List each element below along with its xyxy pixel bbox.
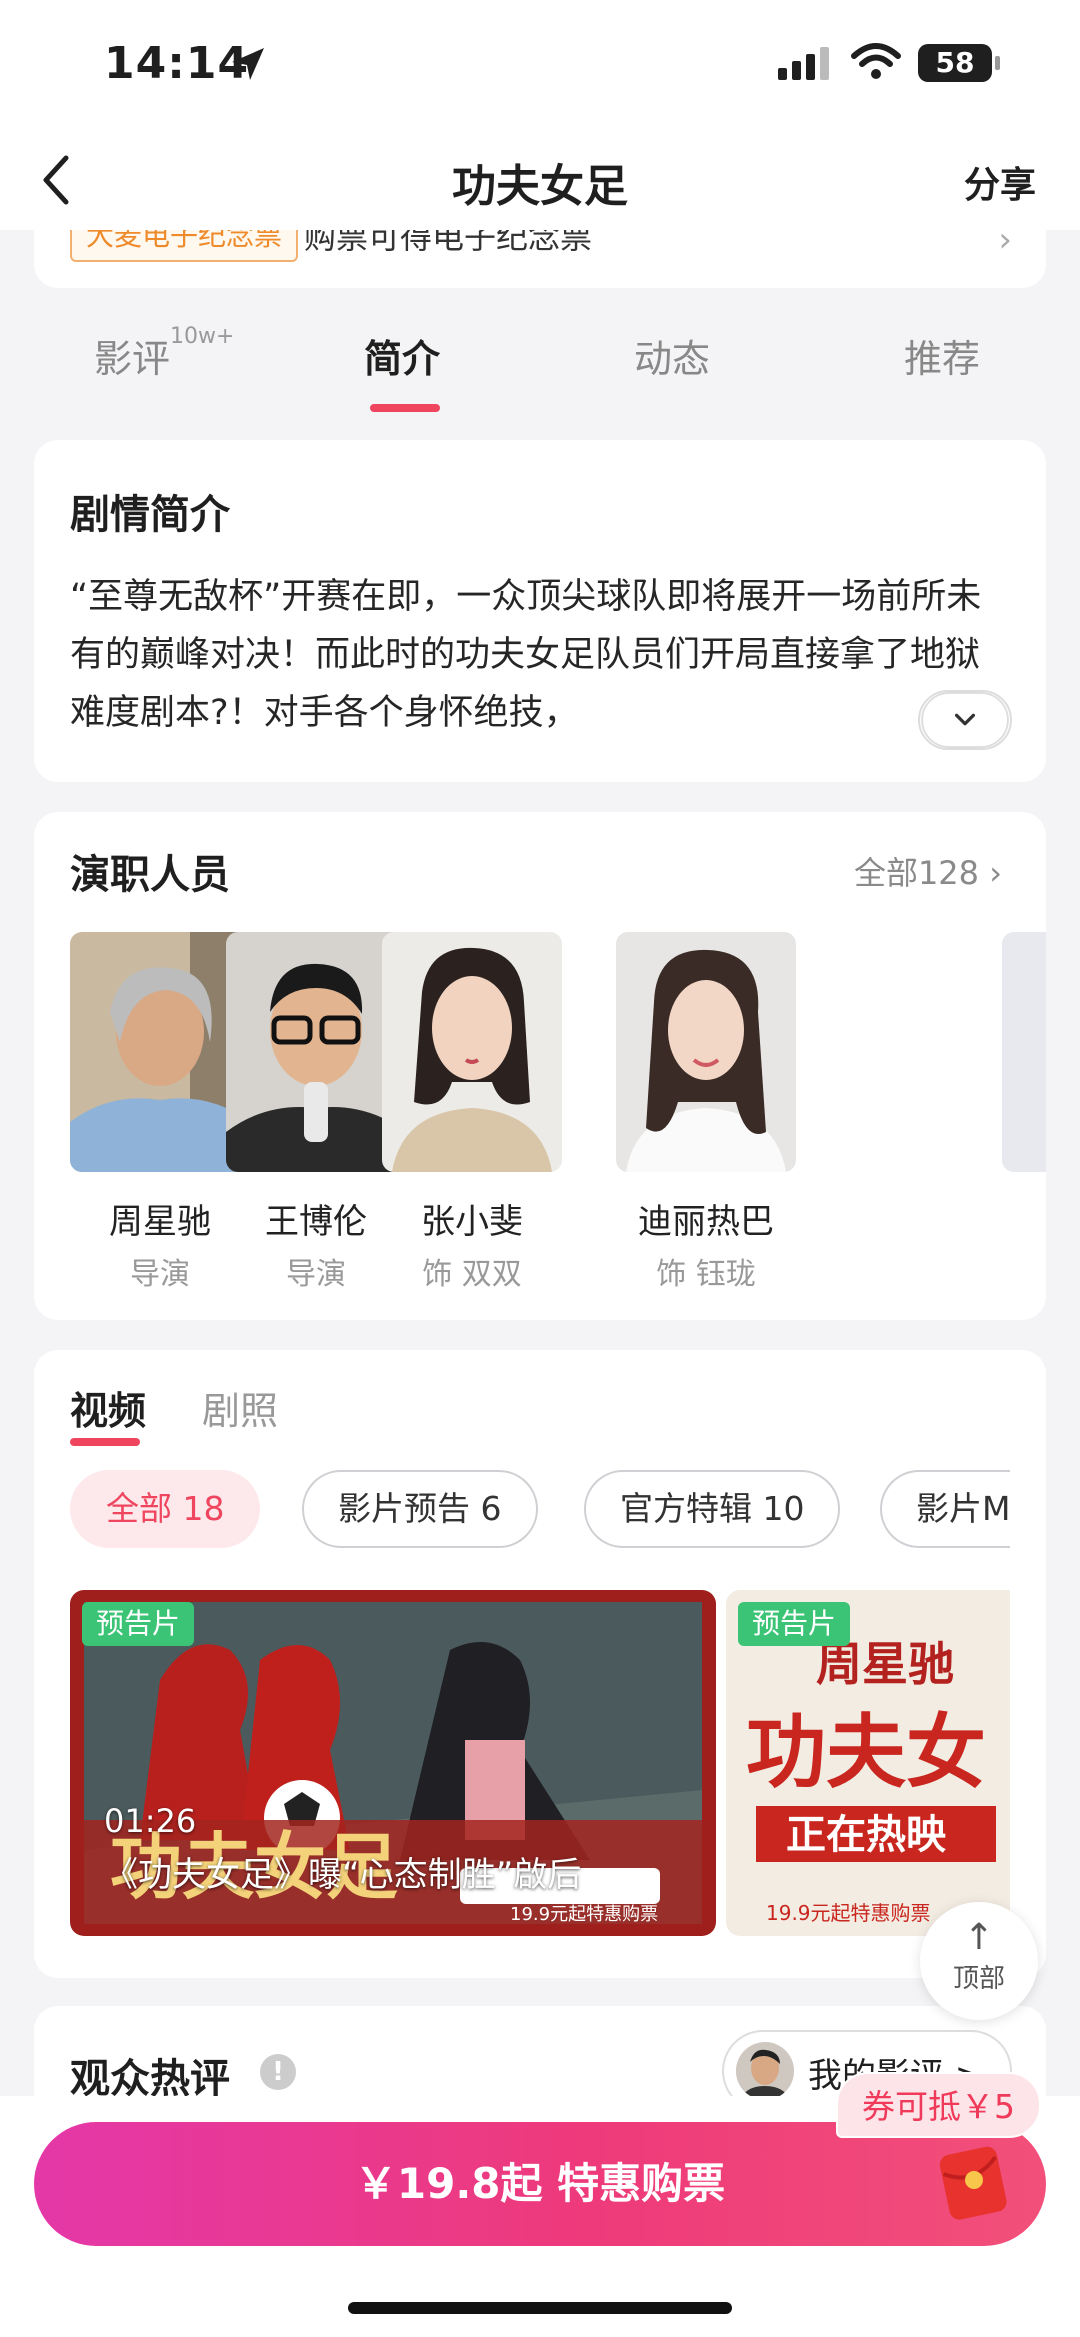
- back-to-top-label: 顶部: [952, 1964, 1005, 1994]
- chevron-right-icon: ›: [998, 230, 1012, 260]
- cast-role: 导演: [286, 1257, 346, 1292]
- info-icon[interactable]: !: [260, 2054, 296, 2090]
- cast-member[interactable]: 张小斐 饰 双双: [382, 932, 562, 1293]
- filter-chip-mv[interactable]: 影片MV: [880, 1470, 1010, 1548]
- location-arrow-icon: [232, 48, 264, 80]
- buy-ticket-button[interactable]: ￥19.8起 特惠购票: [34, 2122, 1046, 2246]
- tab-recommend[interactable]: 推荐: [904, 328, 980, 383]
- cast-photo: [616, 932, 796, 1172]
- cast-role: 饰 双双: [422, 1257, 522, 1292]
- back-to-top-button[interactable]: ↑ 顶部: [920, 1902, 1038, 2020]
- video-badge: 预告片: [82, 1602, 195, 1646]
- synopsis-title: 剧情简介: [70, 492, 230, 538]
- tab-reviews-badge: 10w+: [170, 324, 235, 349]
- tab-updates[interactable]: 动态: [634, 328, 710, 383]
- cast-photo: [382, 932, 562, 1172]
- svg-text:正在热映: 正在热映: [786, 1812, 946, 1858]
- video-title: 《功夫女足》曝“心态制胜”啟后: [104, 1855, 582, 1895]
- filter-chip-all[interactable]: 全部 18: [70, 1470, 261, 1548]
- video-thumbnail[interactable]: 功夫女足 19.9元起特惠购票 预告片 01:26 《功夫女足》曝“心态制胜”啟…: [70, 1590, 716, 1936]
- souvenir-ticket-banner[interactable]: 大麦电子纪念票 购票可得电子纪念票 ›: [34, 230, 1046, 288]
- cast-photo: [226, 932, 406, 1172]
- tab-reviews[interactable]: 影评10w+: [94, 324, 234, 383]
- share-button[interactable]: 分享: [964, 156, 1036, 208]
- avatar: [736, 2042, 794, 2100]
- svg-text:功夫女: 功夫女: [746, 1706, 986, 1799]
- cellular-signal-icon: [778, 47, 829, 80]
- tab-intro[interactable]: 简介: [364, 328, 440, 383]
- cast-member[interactable]: 迪丽热巴 饰 钰珑: [616, 932, 796, 1293]
- synopsis-card: 剧情简介 “至尊无敌杯”开赛在即，一众顶尖球队即将展开一场前所未有的巅峰对决！而…: [34, 440, 1046, 782]
- coupon-badge: 券可抵￥5: [836, 2072, 1041, 2138]
- detail-tabs: 影评10w+ 简介 动态 推荐: [0, 320, 1080, 420]
- cast-title: 演职人员: [70, 852, 230, 898]
- cast-role: 导演: [130, 1257, 190, 1292]
- active-tab-indicator: [370, 404, 440, 412]
- media-tab-indicator: [70, 1438, 140, 1446]
- cast-member[interactable]: 周星驰 导演: [70, 932, 250, 1293]
- cast-photo-partial: [1002, 932, 1046, 1172]
- cast-name: 迪丽热巴: [638, 1202, 774, 1242]
- video-badge: 预告片: [738, 1602, 851, 1646]
- video-thumbnail[interactable]: 周星驰 功夫女 正在热映 19.9元起特惠购票 预告片: [726, 1590, 1010, 1936]
- expand-chevron-icon[interactable]: [918, 690, 1012, 750]
- video-duration: 01:26: [104, 1802, 197, 1840]
- cast-view-all-link[interactable]: 全部128 ›: [854, 848, 1002, 894]
- cast-member[interactable]: 王博伦 导演: [226, 932, 406, 1293]
- wifi-icon: [851, 43, 901, 79]
- filter-chip-featurette[interactable]: 官方特辑 10: [584, 1470, 841, 1548]
- cast-role: 饰 钰珑: [656, 1257, 756, 1292]
- svg-text:19.9元起特惠购票: 19.9元起特惠购票: [510, 1904, 658, 1925]
- status-bar: 14:14 58: [0, 0, 1080, 130]
- red-envelope-icon: [939, 2146, 1007, 2220]
- cast-photo: [70, 932, 250, 1172]
- media-card: 视频 剧照 全部 18 影片预告 6 官方特辑 10 影片MV 功夫女足 19.…: [34, 1350, 1046, 1978]
- synopsis-text: “至尊无敌杯”开赛在即，一众顶尖球队即将展开一场前所未有的巅峰对决！而此时的功夫…: [70, 577, 982, 733]
- home-indicator: [348, 2302, 732, 2314]
- souvenir-ticket-tag: 大麦电子纪念票: [70, 230, 299, 262]
- battery-indicator: 58: [918, 44, 1000, 82]
- filter-chip-trailer[interactable]: 影片预告 6: [302, 1470, 538, 1548]
- souvenir-ticket-text: 购票可得电子纪念票: [304, 230, 593, 256]
- cast-name: 王博伦: [265, 1202, 367, 1242]
- page-title: 功夫女足: [452, 161, 628, 212]
- media-tab-videos[interactable]: 视频: [70, 1380, 146, 1435]
- navigation-bar: 功夫女足 分享: [0, 130, 1080, 230]
- cast-name: 张小斐: [421, 1202, 523, 1242]
- media-tab-stills[interactable]: 剧照: [202, 1380, 278, 1435]
- cast-card: 演职人员 全部128 › 周星驰 导演 王博伦 导演 张小斐 饰 双双 迪丽热巴…: [34, 812, 1046, 1320]
- arrow-up-icon: ↑: [963, 1917, 995, 1958]
- cast-name: 周星驰: [109, 1202, 211, 1242]
- svg-text:19.9元起特惠购票: 19.9元起特惠购票: [766, 1901, 931, 1925]
